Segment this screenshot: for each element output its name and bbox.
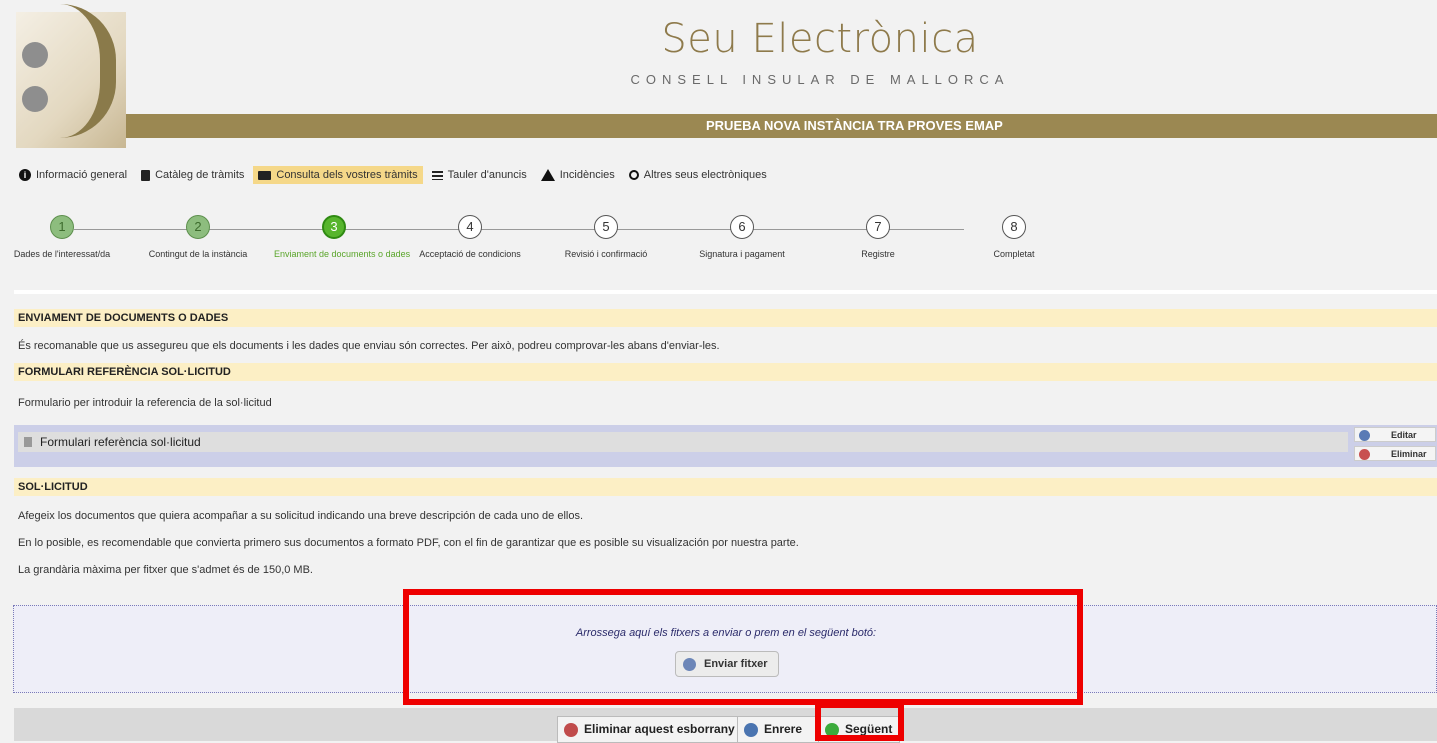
minus-circle-icon — [564, 723, 578, 737]
step-label: Registre — [861, 249, 895, 259]
nav-item-notice-board[interactable]: Tauler d'anuncis — [427, 166, 532, 184]
file-dropzone[interactable]: Arrossega aquí els fitxers a enviar o pr… — [13, 605, 1437, 693]
nav-item-incidents[interactable]: Incidències — [536, 166, 620, 184]
file-icon — [24, 437, 32, 447]
step-1: 1 Dades de l'interessat/da — [2, 215, 122, 259]
step-6: 6 Signatura i pagament — [682, 215, 802, 259]
nav-item-label: Tauler d'anuncis — [447, 169, 527, 181]
section-title-request: SOL·LICITUD — [14, 478, 1437, 496]
delete-button[interactable]: Eliminar — [1354, 446, 1436, 461]
pencil-icon — [1359, 430, 1370, 441]
procedure-title-bar: PRUEBA NOVA INSTÀNCIA TRA PROVES EMAP — [126, 114, 1437, 138]
request-instructions-2: En lo posible, es recomendable que convi… — [18, 537, 799, 549]
step-number: 5 — [594, 215, 618, 239]
send-file-button[interactable]: Enviar fitxer — [675, 651, 779, 677]
main-nav: i Informació general Catàleg de tràmits … — [14, 164, 776, 186]
step-number: 7 — [866, 215, 890, 239]
site-subtitle: CONSELL INSULAR DE MALLORCA — [630, 72, 1010, 87]
nav-item-other-sites[interactable]: Altres seus electròniques — [624, 166, 772, 184]
step-label: Contingut de la instància — [148, 249, 248, 259]
minus-circle-icon — [1359, 449, 1370, 460]
site-title: Seu Electrònica — [661, 16, 979, 62]
form-item-row: Formulari referència sol·licitud — [14, 425, 1437, 467]
max-file-size-note: La grandària màxima per fitxer que s'adm… — [18, 564, 313, 576]
nav-item-label: Catàleg de tràmits — [155, 169, 245, 181]
procedure-title: PRUEBA NOVA INSTÀNCIA TRA PROVES EMAP — [706, 118, 1003, 133]
progress-steps: 1 Dades de l'interessat/da 2 Contingut d… — [0, 215, 1100, 275]
send-file-label: Enviar fitxer — [704, 658, 768, 670]
document-icon — [141, 169, 151, 181]
step-8: 8 Completat — [954, 215, 1074, 259]
dropzone-hint: Arrossega aquí els fitxers a enviar o pr… — [575, 627, 877, 639]
upload-icon — [683, 658, 696, 671]
info-icon: i — [19, 169, 31, 181]
step-number: 8 — [1002, 215, 1026, 239]
form-description: Formulario per introduir la referencia d… — [18, 397, 272, 409]
step-label: Revisió i confirmació — [564, 249, 648, 259]
delete-label: Eliminar — [1391, 449, 1427, 459]
nav-item-my-procedures[interactable]: Consulta dels vostres tràmits — [253, 166, 423, 184]
next-label: Següent — [845, 722, 893, 736]
step-4: 4 Acceptació de condicions — [410, 215, 530, 259]
nav-item-catalog[interactable]: Catàleg de tràmits — [136, 166, 249, 184]
step-2: 2 Contingut de la instància — [138, 215, 258, 259]
nav-item-label: Incidències — [559, 169, 615, 181]
footer-actions: Eliminar aquest esborrany Enrere Següent — [14, 708, 1437, 743]
step-label: Dades de l'interessat/da — [13, 249, 111, 259]
next-button[interactable]: Següent — [818, 716, 900, 743]
logo — [16, 4, 126, 148]
section-description: És recomanable que us assegureu que els … — [18, 340, 720, 352]
step-label: Completat — [993, 249, 1035, 259]
back-label: Enrere — [764, 722, 803, 736]
arrow-right-icon — [825, 723, 839, 737]
request-instructions-1: Afegeix los documentos que quiera acompa… — [18, 510, 584, 522]
form-item[interactable]: Formulari referència sol·licitud — [18, 432, 1348, 452]
arrow-left-icon — [744, 723, 758, 737]
board-icon — [431, 170, 443, 180]
globe-icon — [628, 170, 639, 180]
step-number: 3 — [322, 215, 346, 239]
form-item-label: Formulari referència sol·licitud — [40, 435, 201, 449]
folder-icon — [258, 170, 272, 180]
nav-item-general-info[interactable]: i Informació general — [14, 166, 132, 184]
step-7: 7 Registre — [818, 215, 938, 259]
step-label: Acceptació de condicions — [419, 249, 521, 259]
step-number: 2 — [186, 215, 210, 239]
step-3: 3 Enviament de documents o dades — [274, 215, 411, 259]
nav-item-label: Consulta dels vostres tràmits — [276, 169, 418, 181]
step-number: 4 — [458, 215, 482, 239]
step-number: 1 — [50, 215, 74, 239]
section-title-form: FORMULARI REFERÈNCIA SOL·LICITUD — [14, 363, 1437, 381]
back-button[interactable]: Enrere — [737, 716, 819, 743]
header: Seu Electrònica CONSELL INSULAR DE MALLO… — [0, 0, 1437, 150]
divider — [14, 290, 1437, 294]
step-number: 6 — [730, 215, 754, 239]
delete-draft-label: Eliminar aquest esborrany — [584, 722, 735, 736]
edit-button[interactable]: Editar — [1354, 427, 1436, 442]
step-5: 5 Revisió i confirmació — [546, 215, 666, 259]
warning-icon — [540, 169, 555, 181]
step-label: Signatura i pagament — [699, 249, 785, 259]
nav-item-label: Informació general — [36, 169, 128, 181]
delete-draft-button[interactable]: Eliminar aquest esborrany — [557, 716, 738, 743]
nav-item-label: Altres seus electròniques — [643, 169, 767, 181]
edit-label: Editar — [1391, 430, 1417, 440]
section-title-documents: ENVIAMENT DE DOCUMENTS O DADES — [14, 309, 1437, 327]
step-label: Enviament de documents o dades — [274, 249, 411, 259]
